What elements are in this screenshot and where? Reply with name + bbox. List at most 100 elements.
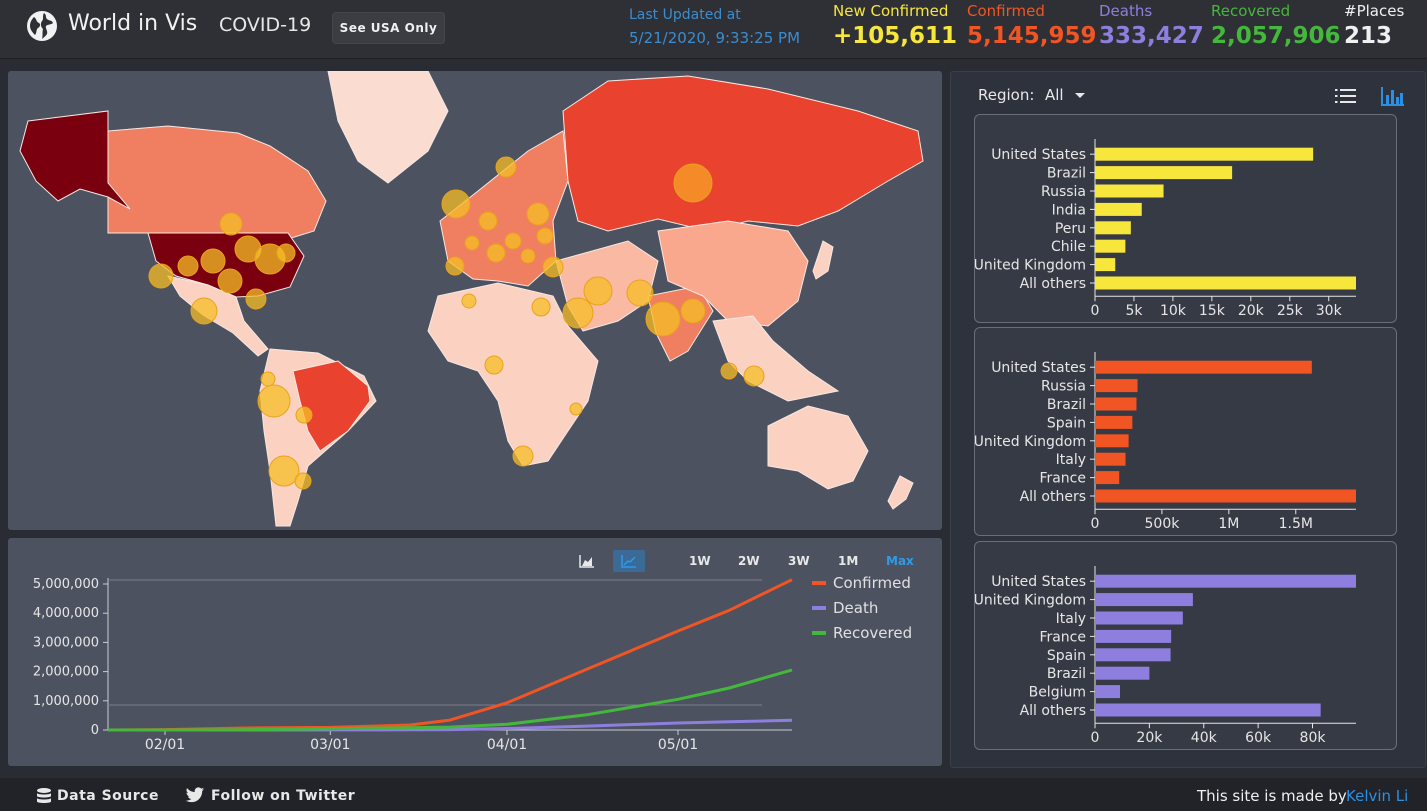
line-chart-icon	[621, 555, 636, 568]
region-select[interactable]: All	[1045, 86, 1064, 104]
outbreak-circle[interactable]	[294, 472, 312, 490]
stat-value: 213	[1344, 23, 1393, 49]
area-chart-icon	[579, 555, 594, 568]
twitter-label: Follow on Twitter	[211, 787, 356, 804]
range-1m-button[interactable]: 1M	[838, 554, 858, 568]
outbreak-circle[interactable]	[531, 297, 551, 317]
author-link[interactable]: Kelvin Li	[1346, 787, 1408, 805]
outbreak-circle[interactable]	[257, 384, 291, 418]
x-tick-label: 20k	[1238, 303, 1265, 319]
bar	[1095, 629, 1172, 643]
legend-label: Death	[833, 599, 879, 617]
list-view-icon[interactable]	[1334, 86, 1358, 106]
line-chart-toggle[interactable]	[613, 550, 645, 572]
outbreak-circle[interactable]	[486, 243, 506, 263]
timeline-chart: 0 1,000,000 2,000,000 3,000,000 4,000,000 5,0…	[33, 577, 793, 753]
outbreak-circle[interactable]	[542, 256, 564, 278]
outbreak-circle[interactable]	[520, 248, 536, 264]
outbreak-circle[interactable]	[569, 402, 583, 416]
map-region-canada[interactable]	[107, 125, 327, 240]
series-line-confirmed	[107, 578, 793, 732]
category-label: France	[1039, 629, 1086, 645]
bar-chart-view-icon[interactable]	[1381, 86, 1405, 106]
outbreak-circle[interactable]	[743, 365, 765, 387]
new-confirmed-ranking-card: United States Brazil Russia India Peru Chile U…	[974, 114, 1397, 323]
outbreak-circle[interactable]	[478, 211, 498, 231]
outbreak-circle[interactable]	[445, 256, 465, 276]
range-2w-button[interactable]: 2W	[738, 554, 760, 568]
outbreak-circle[interactable]	[626, 279, 654, 307]
chevron-down-icon[interactable]	[1075, 93, 1085, 98]
category-label: United Kingdom	[975, 593, 1086, 609]
outbreak-circle[interactable]	[200, 248, 226, 274]
world-map[interactable]	[8, 71, 942, 530]
deaths-bar-chart: United States United Kingdom Italy France Sp…	[975, 566, 1356, 746]
ranking-panel: Region: All United States Brazil Russia Ind…	[950, 71, 1426, 768]
outbreak-circle[interactable]	[680, 298, 706, 324]
map-region-new-zealand[interactable]	[887, 475, 914, 510]
data-source-label: Data Source	[57, 788, 159, 804]
outbreak-circle[interactable]	[526, 202, 550, 226]
outbreak-circle[interactable]	[484, 355, 504, 375]
x-tick-label: 10k	[1160, 303, 1187, 319]
bar	[1095, 611, 1183, 625]
outbreak-circle[interactable]	[245, 288, 267, 310]
outbreak-circle[interactable]	[495, 156, 517, 178]
outbreak-circle[interactable]	[190, 297, 218, 325]
last-updated-label: Last Updated at	[629, 7, 741, 23]
category-label: All others	[1020, 489, 1086, 505]
range-3w-button[interactable]: 3W	[788, 554, 810, 568]
legend-swatch	[812, 581, 826, 585]
x-tick-label: 03/01	[310, 737, 350, 753]
category-label: Italy	[1056, 611, 1086, 627]
outbreak-circle[interactable]	[260, 371, 276, 387]
area-chart-toggle[interactable]	[571, 550, 603, 572]
outbreak-circle[interactable]	[645, 301, 681, 337]
outbreak-circle[interactable]	[276, 243, 296, 263]
world-map-canvas[interactable]	[8, 71, 942, 530]
legend-swatch	[812, 631, 826, 635]
category-label: Brazil	[1047, 666, 1086, 682]
bar	[1095, 147, 1314, 161]
legend-recovered: Recovered	[812, 624, 912, 642]
x-tick-label: 1M	[1218, 516, 1239, 532]
outbreak-circle[interactable]	[536, 227, 554, 245]
stat-value: 5,145,959	[967, 23, 1097, 49]
outbreak-circle[interactable]	[217, 268, 243, 294]
range-1w-button[interactable]: 1W	[689, 554, 711, 568]
outbreak-circle[interactable]	[720, 362, 738, 380]
category-label: United Kingdom	[975, 434, 1086, 450]
see-usa-only-button[interactable]: See USA Only	[332, 12, 445, 44]
outbreak-circle[interactable]	[441, 189, 471, 219]
map-region-japan[interactable]	[812, 240, 834, 280]
outbreak-circle[interactable]	[504, 232, 522, 250]
bar	[1095, 666, 1150, 680]
outbreak-circle[interactable]	[268, 455, 300, 487]
stat-label: New Confirmed	[833, 2, 949, 20]
outbreak-circle[interactable]	[219, 212, 243, 236]
outbreak-circle[interactable]	[461, 293, 477, 309]
outbreak-circle[interactable]	[464, 235, 480, 251]
outbreak-circle[interactable]	[512, 445, 534, 467]
outbreak-circle[interactable]	[562, 297, 594, 329]
category-label: India	[1052, 202, 1086, 218]
last-updated-value: 5/21/2020, 9:33:25 PM	[629, 29, 801, 47]
y-tick-label: 4,000,000	[33, 606, 99, 621]
outbreak-circle[interactable]	[295, 406, 313, 424]
category-label: Italy	[1056, 452, 1086, 468]
range-max-button[interactable]: Max	[886, 554, 914, 568]
category-label: Spain	[1047, 648, 1086, 664]
bar	[1095, 685, 1121, 699]
twitter-link[interactable]: Follow on Twitter	[185, 787, 355, 804]
outbreak-circle[interactable]	[583, 276, 613, 306]
data-source-link[interactable]: Data Source	[36, 787, 159, 805]
outbreak-circle[interactable]	[148, 263, 174, 289]
bar	[1095, 166, 1233, 180]
map-region-southeast-asia[interactable]	[712, 315, 840, 402]
legend-death: Death	[812, 599, 878, 617]
map-region-greenland[interactable]	[327, 71, 449, 184]
outbreak-circle[interactable]	[177, 255, 199, 277]
outbreak-circle[interactable]	[673, 163, 713, 203]
map-region-russia[interactable]	[562, 75, 924, 232]
map-region-australia[interactable]	[767, 405, 869, 490]
